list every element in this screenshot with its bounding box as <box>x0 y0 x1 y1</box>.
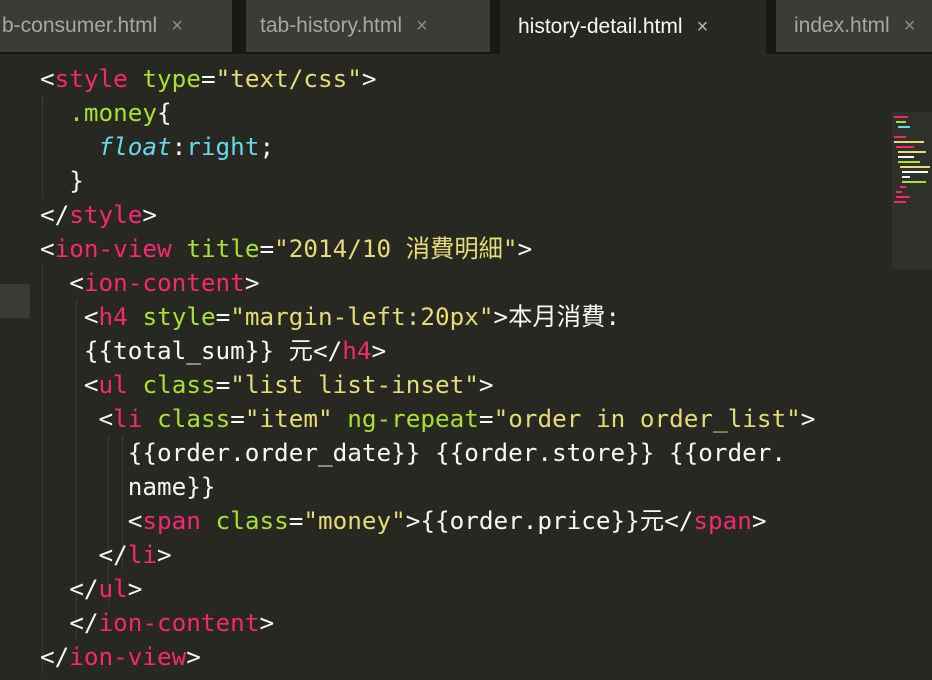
tab-label: b-consumer.html <box>2 14 158 37</box>
code-line: </ul> <box>69 574 143 603</box>
close-icon[interactable]: × <box>171 15 183 38</box>
code-line: <span class="money">{{order.price}}元</sp… <box>127 506 767 535</box>
code-line: <ion-view title="2014/10 消費明細"> <box>40 234 533 263</box>
code-line: </style> <box>40 200 158 229</box>
code-line: <ul class="list list-inset"> <box>83 370 494 399</box>
tab-bar: b-consumer.html × tab-history.html × his… <box>0 0 932 54</box>
close-icon[interactable]: × <box>697 16 709 39</box>
tab-b-consumer[interactable]: b-consumer.html × <box>0 0 232 52</box>
close-icon[interactable]: × <box>904 15 916 38</box>
code-line: <li class="item" ng-repeat="order in ord… <box>98 404 816 433</box>
code-line: .money{ <box>69 98 172 127</box>
tab-tab-history[interactable]: tab-history.html × <box>246 0 490 52</box>
code-editor[interactable]: <style type="text/css"> .money{ float:ri… <box>0 54 932 680</box>
tab-index[interactable]: index.html × <box>776 0 932 52</box>
code-text[interactable]: <style type="text/css"> .money{ float:ri… <box>40 62 815 674</box>
minimap[interactable] <box>892 112 932 270</box>
code-line: </li> <box>98 540 172 569</box>
code-line: float:right; <box>98 132 275 161</box>
tab-label: index.html <box>794 14 890 37</box>
code-line: {{total_sum}} 元</h4> <box>83 336 387 365</box>
close-icon[interactable]: × <box>416 15 428 38</box>
code-line: <h4 style="margin-left:20px">本月消費: <box>83 302 620 331</box>
code-line: </ion-view> <box>40 642 201 671</box>
code-line: <ion-content> <box>69 268 260 297</box>
code-line: name}} <box>127 472 216 501</box>
tab-label: tab-history.html <box>260 14 402 37</box>
code-line: } <box>69 166 84 195</box>
tab-label: history-detail.html <box>518 15 683 38</box>
code-line: </ion-content> <box>69 608 275 637</box>
code-line: {{order.order_date}} {{order.store}} {{o… <box>127 438 787 467</box>
code-line: <style type="text/css"> <box>40 64 377 93</box>
current-line-gutter-marker <box>0 284 30 318</box>
tab-history-detail[interactable]: history-detail.html × <box>500 0 766 54</box>
